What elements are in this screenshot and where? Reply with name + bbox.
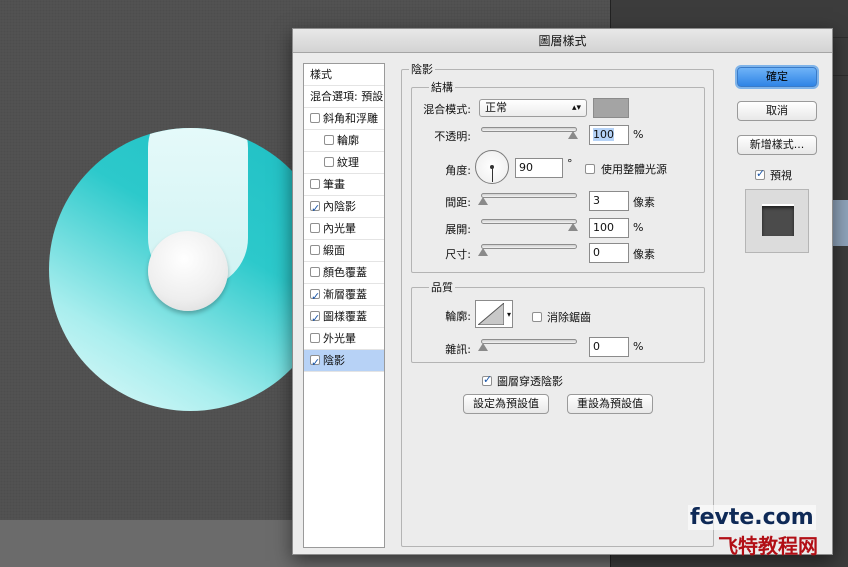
- angle-input[interactable]: 90: [515, 158, 563, 178]
- style-item[interactable]: 陰影: [304, 350, 384, 374]
- style-item[interactable]: 內光暈: [304, 218, 384, 240]
- slider-thumb[interactable]: [478, 197, 488, 205]
- blend-mode-value: 正常: [485, 101, 507, 114]
- distance-label: 間距:: [445, 196, 471, 209]
- layer-knockout-checkbox[interactable]: [482, 373, 495, 388]
- contour-dropdown-icon[interactable]: ▾: [507, 310, 511, 319]
- style-checkbox[interactable]: [310, 286, 320, 308]
- blend-mode-select[interactable]: 正常 ▴▾: [479, 99, 587, 117]
- structure-legend: 結構: [429, 79, 455, 95]
- spread-unit: %: [633, 221, 644, 234]
- style-item[interactable]: 紋理: [304, 152, 384, 174]
- noise-unit: %: [633, 340, 644, 353]
- size-input[interactable]: 0: [589, 243, 629, 263]
- opacity-label: 不透明:: [434, 130, 471, 143]
- global-light-checkbox[interactable]: [585, 162, 598, 176]
- layer-knockout-label: 圖層穿透陰影: [497, 375, 563, 388]
- style-item[interactable]: 顏色覆蓋: [304, 262, 384, 284]
- opacity-input[interactable]: 100: [589, 125, 629, 145]
- blend-mode-label: 混合模式:: [423, 103, 471, 116]
- spread-input[interactable]: 100: [589, 218, 629, 238]
- style-checkbox[interactable]: [310, 352, 320, 374]
- style-item-label: 內光暈: [323, 222, 356, 235]
- noise-label: 雜訊:: [445, 343, 471, 356]
- style-item[interactable]: 漸層覆蓋: [304, 284, 384, 308]
- watermark-logo-text: fevte.com: [688, 505, 816, 530]
- spread-label: 展開:: [445, 223, 471, 236]
- style-checkbox[interactable]: [310, 113, 320, 123]
- size-label: 尺寸:: [445, 248, 471, 261]
- angle-unit: °: [567, 157, 573, 170]
- angle-dial[interactable]: [475, 150, 509, 184]
- reset-default-button[interactable]: 重設為預設值: [567, 394, 653, 414]
- preview-checkbox[interactable]: [755, 167, 768, 182]
- style-item-label: 漸層覆蓋: [323, 288, 367, 301]
- style-item-label: 輪廓: [337, 134, 359, 147]
- shadow-color-swatch[interactable]: [593, 98, 629, 118]
- spread-slider[interactable]: [481, 219, 578, 231]
- contour-curve-icon: [478, 303, 504, 325]
- opacity-slider[interactable]: [481, 127, 578, 139]
- style-item-label: 斜角和浮雕: [323, 112, 378, 125]
- anti-alias-checkbox[interactable]: [532, 310, 545, 324]
- blending-options-item[interactable]: 混合選項: 預設: [304, 86, 384, 108]
- style-checkbox[interactable]: [310, 198, 320, 220]
- new-style-button[interactable]: 新增樣式...: [737, 135, 817, 155]
- panel-scroll-highlight: [832, 200, 848, 246]
- style-item[interactable]: 圖樣覆蓋: [304, 306, 384, 330]
- cancel-button[interactable]: 取消: [737, 101, 817, 121]
- watermark-site-name: 飞特教程网: [718, 534, 818, 558]
- style-checkbox[interactable]: [310, 333, 320, 343]
- style-checkbox[interactable]: [310, 308, 320, 330]
- updown-arrows-icon: ▴▾: [571, 103, 581, 113]
- style-item[interactable]: 緞面: [304, 240, 384, 262]
- distance-unit: 像素: [633, 196, 655, 209]
- white-knob-artwork: [148, 231, 228, 311]
- style-preview: [745, 189, 809, 253]
- style-item[interactable]: 輪廓: [304, 130, 384, 152]
- style-item[interactable]: 內陰影: [304, 196, 384, 220]
- ok-button[interactable]: 確定: [737, 67, 817, 87]
- section-title: 陰影: [409, 61, 435, 77]
- angle-label: 角度:: [445, 164, 471, 177]
- style-item-label: 陰影: [323, 354, 345, 367]
- contour-label: 輪廓:: [445, 310, 471, 323]
- style-item-label: 紋理: [337, 156, 359, 169]
- style-item-label: 筆畫: [323, 178, 345, 191]
- style-item[interactable]: 斜角和浮雕: [304, 108, 384, 130]
- styles-list: 樣式 混合選項: 預設 斜角和浮雕輪廓紋理筆畫內陰影內光暈緞面顏色覆蓋漸層覆蓋圖…: [303, 63, 385, 548]
- style-item[interactable]: 筆畫: [304, 174, 384, 196]
- style-item-label: 顏色覆蓋: [323, 266, 367, 279]
- style-item-label: 外光暈: [323, 332, 356, 345]
- opacity-unit: %: [633, 128, 644, 141]
- distance-slider[interactable]: [478, 193, 577, 205]
- noise-input[interactable]: 0: [589, 337, 629, 357]
- style-checkbox[interactable]: [324, 157, 334, 167]
- style-item-label: 內陰影: [323, 200, 356, 213]
- styles-header[interactable]: 樣式: [304, 64, 384, 86]
- style-checkbox[interactable]: [324, 135, 334, 145]
- preview-label: 預視: [770, 169, 792, 182]
- style-checkbox[interactable]: [310, 179, 320, 189]
- anti-alias-label: 消除鋸齒: [547, 311, 591, 324]
- layer-style-dialog: 圖層樣式 樣式 混合選項: 預設 斜角和浮雕輪廓紋理筆畫內陰影內光暈緞面顏色覆蓋…: [292, 28, 833, 555]
- style-item[interactable]: 外光暈: [304, 328, 384, 350]
- style-item-label: 緞面: [323, 244, 345, 257]
- style-item-label: 圖樣覆蓋: [323, 310, 367, 323]
- slider-thumb[interactable]: [568, 223, 578, 231]
- quality-legend: 品質: [429, 279, 455, 295]
- size-unit: 像素: [633, 248, 655, 261]
- distance-input[interactable]: 3: [589, 191, 629, 211]
- style-checkbox[interactable]: [310, 267, 320, 277]
- slider-thumb[interactable]: [478, 343, 488, 351]
- make-default-button[interactable]: 設定為預設值: [463, 394, 549, 414]
- slider-thumb[interactable]: [568, 131, 578, 139]
- noise-slider[interactable]: [478, 339, 577, 351]
- style-checkbox[interactable]: [310, 223, 320, 233]
- style-checkbox[interactable]: [310, 245, 320, 255]
- size-slider[interactable]: [478, 244, 577, 256]
- global-light-label: 使用整體光源: [601, 163, 667, 176]
- slider-thumb[interactable]: [478, 248, 488, 256]
- dialog-title: 圖層樣式: [293, 29, 832, 53]
